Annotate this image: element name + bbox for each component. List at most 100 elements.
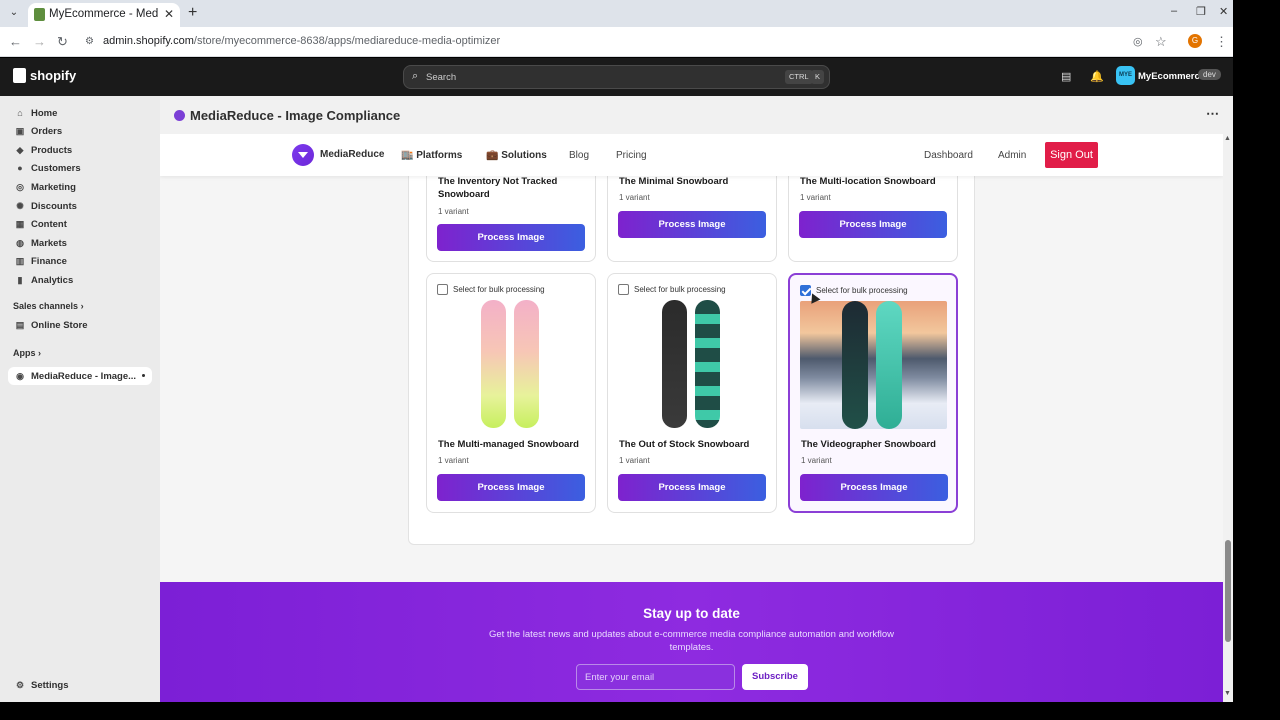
shopify-favicon-icon [34, 8, 45, 21]
sidebar-item-mediareduce[interactable]: ◉ MediaReduce - Image... [8, 367, 152, 385]
sidebar-item-label: Products [31, 144, 73, 156]
browser-tab[interactable]: MyEcommerce - MediaR ✕ [28, 3, 180, 27]
sidebar-item-home[interactable]: ⌂ Home [8, 104, 152, 122]
scrollbar-thumb[interactable] [1225, 540, 1231, 642]
bulk-select-label: Select for bulk processing [634, 285, 726, 294]
process-image-button[interactable]: Process Image [618, 474, 766, 501]
nav-pricing[interactable]: Pricing [616, 150, 647, 161]
snowboard-image [876, 301, 902, 429]
sidebar-item-online-store[interactable]: ▤ Online Store [8, 316, 152, 334]
subscribe-button[interactable]: Subscribe [742, 664, 808, 690]
process-image-button[interactable]: Process Image [800, 474, 948, 501]
sidebar-item-customers[interactable]: ● Customers [8, 159, 152, 177]
screen-edge [1233, 0, 1280, 720]
newsletter-description: Get the latest news and updates about e-… [488, 629, 895, 653]
email-field[interactable]: Enter your email [576, 664, 735, 690]
store-name[interactable]: MyEcommerce [1138, 71, 1205, 82]
product-card-selected: Select for bulk processing The Videograp… [788, 273, 958, 513]
sidebar-item-marketing[interactable]: ◎ Marketing [8, 178, 152, 196]
new-tab-icon[interactable]: + [188, 4, 197, 22]
nav-admin[interactable]: Admin [998, 150, 1026, 161]
product-title: The Inventory Not Tracked Snowboard [438, 176, 558, 200]
store-avatar[interactable]: MYE [1116, 66, 1135, 85]
sidebar-item-label: Analytics [31, 274, 74, 286]
app-frame: MediaReduce 🏬 Platforms 💼 Solutions Blog… [160, 134, 1223, 702]
forward-icon[interactable]: → [33, 34, 46, 49]
variant-count: 1 variant [619, 193, 650, 202]
window-close-icon[interactable]: ✕ [1219, 5, 1228, 18]
nav-solutions[interactable]: 💼 Solutions [486, 150, 547, 161]
browser-tab-bar: ⌄ MyEcommerce - MediaR ✕ + – ❐ ✕ [0, 0, 1233, 27]
process-image-button[interactable]: Process Image [437, 224, 585, 251]
nav-dashboard[interactable]: Dashboard [924, 150, 973, 161]
notification-bell-icon[interactable]: 🔔 [1090, 70, 1104, 83]
scroll-up-icon[interactable]: ▲ [1224, 135, 1231, 142]
minimize-icon[interactable]: – [1171, 5, 1177, 17]
globe-icon: ◍ [16, 238, 24, 248]
snowboard-image [514, 300, 539, 428]
bulk-select-label: Select for bulk processing [816, 286, 908, 295]
sidebar-item-label: Content [31, 218, 67, 230]
sidebar-item-label: Markets [31, 237, 67, 249]
sidebar-item-analytics[interactable]: ▮ Analytics [8, 271, 152, 289]
sidebar-item-discounts[interactable]: ✺ Discounts [8, 197, 152, 215]
tab-close-icon[interactable]: ✕ [164, 7, 174, 21]
scroll-down-icon[interactable]: ▼ [1224, 690, 1231, 697]
mediareduce-logo-icon [174, 110, 185, 121]
search-input[interactable]: ⌕ Search CTRL K [403, 65, 830, 89]
nav-blog[interactable]: Blog [569, 150, 589, 161]
sidebar-item-orders[interactable]: ▣ Orders [8, 122, 152, 140]
sidebar-item-label: Settings [31, 679, 69, 691]
process-image-button[interactable]: Process Image [618, 211, 766, 238]
bulk-select-checkbox[interactable] [618, 284, 629, 295]
brand-name[interactable]: MediaReduce [320, 149, 384, 160]
snowboard-image [695, 300, 720, 428]
process-image-button[interactable]: Process Image [437, 474, 585, 501]
sidebar-item-label: Finance [31, 255, 67, 267]
sidebar-item-products[interactable]: ◆ Products [8, 141, 152, 159]
site-info-icon[interactable]: ⚙ [85, 36, 94, 47]
browser-menu-icon[interactable]: ⋮ [1215, 34, 1228, 50]
shopify-wordmark: shopify [30, 68, 77, 83]
profile-avatar[interactable]: G [1188, 34, 1202, 48]
shortcut-key-ctrl: CTRL [785, 70, 813, 84]
nav-platforms[interactable]: 🏬 Platforms [401, 150, 462, 161]
mediareduce-brand-icon[interactable] [292, 144, 314, 166]
sidebar-item-settings[interactable]: ⚙ Settings [8, 676, 152, 694]
discount-icon: ✺ [16, 201, 24, 211]
inbox-icon[interactable]: ▤ [1061, 70, 1071, 83]
bookmark-star-icon[interactable]: ☆ [1155, 34, 1167, 50]
reload-icon[interactable]: ↻ [57, 34, 68, 50]
more-actions-icon[interactable]: ⋯ [1206, 106, 1219, 122]
target-icon: ◎ [16, 182, 24, 192]
snowboard-image [481, 300, 506, 428]
tab-search-icon[interactable]: ⌄ [7, 6, 21, 20]
sidebar-item-label: Marketing [31, 181, 76, 193]
sales-channels-heading[interactable]: Sales channels › [13, 301, 84, 311]
url-domain: admin.shopify.com [103, 35, 194, 47]
sign-out-button[interactable]: Sign Out [1045, 142, 1098, 168]
apps-heading[interactable]: Apps › [13, 348, 41, 358]
restore-icon[interactable]: ❐ [1196, 5, 1206, 18]
app-header: MediaReduce - Image Compliance ⋯ [160, 96, 1233, 134]
url-field[interactable]: admin.shopify.com/store/myecommerce-8638… [103, 35, 500, 47]
orders-icon: ▣ [15, 126, 25, 136]
snowboard-image [662, 300, 687, 428]
chevron-right-icon: › [38, 348, 42, 358]
process-image-button[interactable]: Process Image [799, 211, 947, 238]
active-indicator [142, 374, 145, 377]
sidebar-item-markets[interactable]: ◍ Markets [8, 234, 152, 252]
shopify-logo[interactable]: shopify [13, 68, 76, 83]
snowboard-image [842, 301, 868, 429]
product-card: Select for bulk processing The Out of St… [607, 273, 777, 513]
variant-count: 1 variant [438, 456, 469, 465]
eye-off-icon[interactable]: ◎ [1133, 35, 1143, 48]
back-icon[interactable]: ← [9, 34, 22, 49]
url-path: /store/myecommerce-8638/apps/mediareduce… [193, 35, 501, 47]
sidebar-item-content[interactable]: ▦ Content [8, 215, 152, 233]
app-title: MediaReduce - Image Compliance [174, 108, 400, 123]
product-title: The Out of Stock Snowboard [619, 439, 750, 450]
sidebar-item-finance[interactable]: ▥ Finance [8, 252, 152, 270]
bulk-select-checkbox[interactable] [437, 284, 448, 295]
shopify-bag-icon [13, 68, 26, 83]
